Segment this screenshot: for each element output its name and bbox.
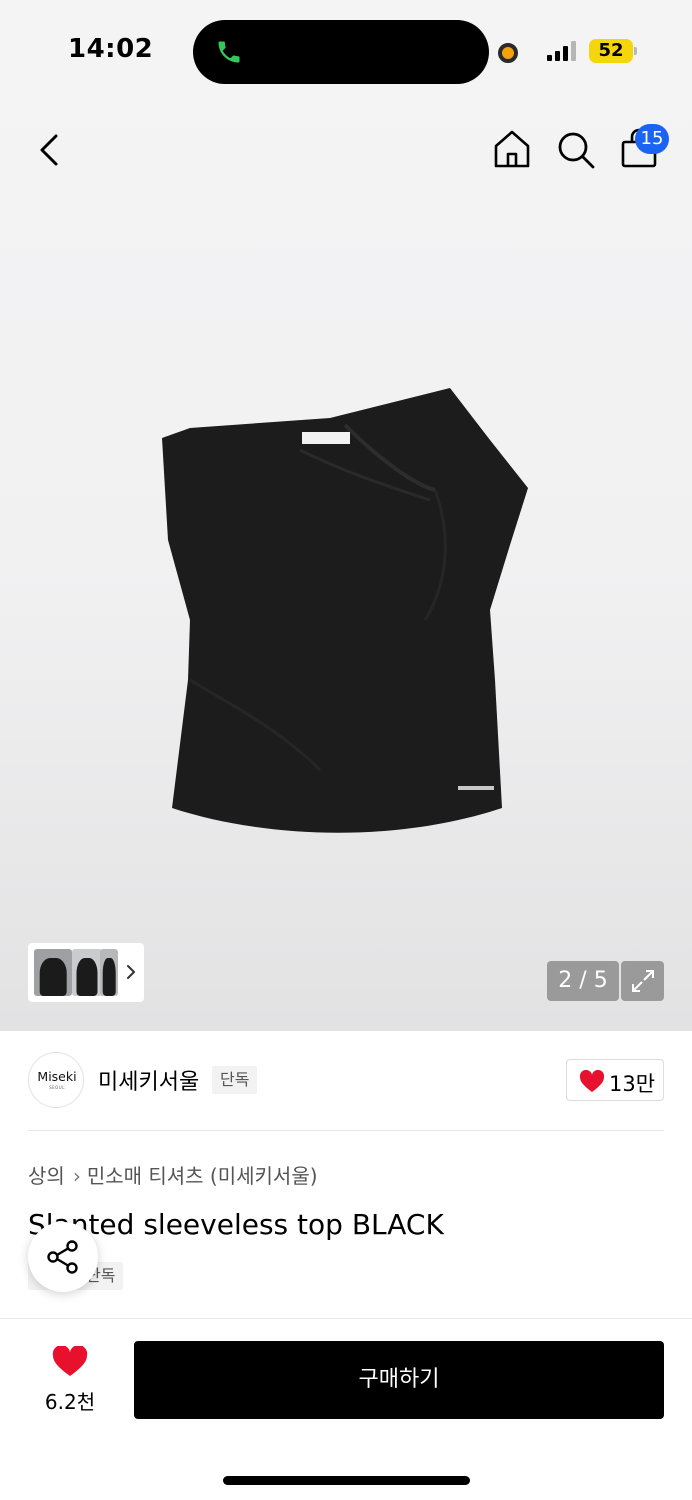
chevron-right-icon[interactable]: [124, 961, 138, 983]
signal-icon: [547, 41, 576, 61]
heart-icon: [52, 1346, 88, 1376]
thumbnail-image[interactable]: [34, 949, 72, 996]
buy-button[interactable]: 구매하기: [134, 1341, 664, 1419]
status-time: 14:02: [68, 34, 154, 64]
brand-like-count: 13만: [609, 1072, 656, 1096]
product-image[interactable]: [150, 380, 540, 850]
share-button[interactable]: [28, 1222, 98, 1292]
wishlist-button[interactable]: 6.2천: [28, 1340, 112, 1420]
chevron-right-icon: ›: [72, 1164, 81, 1188]
home-indicator[interactable]: [223, 1476, 470, 1485]
home-icon[interactable]: [492, 128, 532, 170]
share-icon: [47, 1240, 78, 1274]
brand-logo[interactable]: Miseki SEOUL: [28, 1052, 84, 1108]
breadcrumb: 상의 › 민소매 티셔츠 (미세키서울): [28, 1160, 318, 1189]
recording-indicator: [498, 43, 518, 63]
back-arrow-icon[interactable]: [32, 128, 68, 172]
dynamic-island[interactable]: [193, 20, 489, 84]
brand-name[interactable]: 미세키서울: [98, 1064, 199, 1096]
battery-cap: [634, 47, 637, 55]
brand-logo-subtext: SEOUL: [49, 1085, 65, 1090]
phone-call-icon: [218, 41, 240, 63]
wishlist-count: 6.2천: [44, 1390, 96, 1414]
heart-icon: [579, 1070, 605, 1092]
breadcrumb-category[interactable]: 상의: [28, 1164, 65, 1188]
brand-logo-text: Miseki: [37, 1069, 77, 1084]
cart-count-badge: 15: [635, 124, 669, 154]
image-counter: 2 / 5: [547, 961, 619, 1001]
divider: [28, 1130, 664, 1131]
search-icon[interactable]: [556, 130, 596, 170]
brand-like-button[interactable]: 13만: [566, 1059, 664, 1101]
expand-button[interactable]: [621, 961, 664, 1001]
thumbnail-strip[interactable]: [28, 943, 144, 1002]
breadcrumb-subcategory[interactable]: 민소매 티셔츠 (미세키서울): [87, 1164, 318, 1188]
exclusive-badge: 단독: [212, 1066, 258, 1094]
bottom-bar-divider: [0, 1318, 692, 1319]
thumbnail-image[interactable]: [100, 949, 118, 996]
expand-icon: [632, 970, 654, 992]
battery-level: 52: [589, 39, 633, 63]
thumbnail-image[interactable]: [72, 949, 102, 996]
